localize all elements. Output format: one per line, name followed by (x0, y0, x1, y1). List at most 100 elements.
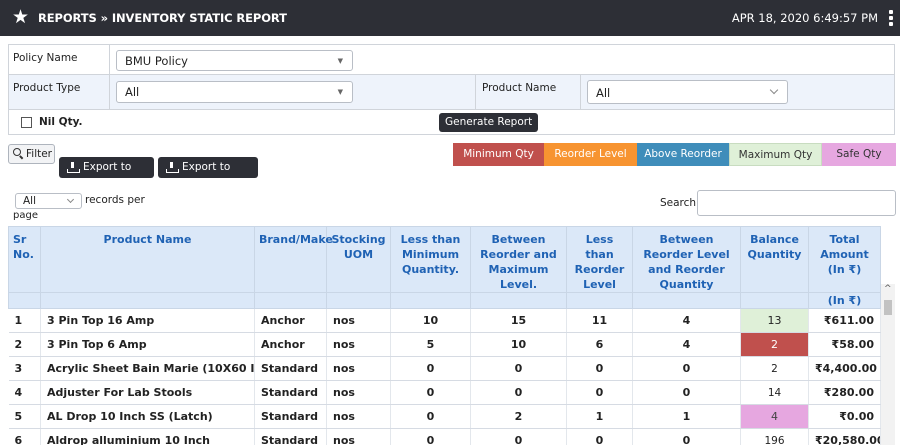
scroll-thumb[interactable] (884, 300, 892, 315)
cell-between-reorder-max: 0 (470, 428, 567, 445)
col-header-product[interactable]: Product Name (40, 226, 255, 293)
cell-less-reorder: 11 (566, 308, 633, 333)
generate-report-button[interactable]: Generate Report (439, 113, 539, 132)
cell-between-reorder-max: 0 (470, 380, 567, 405)
product-name-select[interactable]: All (587, 80, 788, 104)
cell-brand: Anchor (254, 308, 327, 333)
cell-between-level-qty: 4 (632, 332, 741, 357)
cell-between-level-qty: 0 (632, 356, 741, 381)
chevron-down-icon (66, 195, 75, 204)
cell-balance: 196 (740, 428, 809, 445)
cell-brand: Standard (254, 380, 327, 405)
filter-button[interactable]: Filter (8, 144, 55, 164)
chevron-down-icon (769, 85, 779, 95)
total-subheader: (In ₹) (808, 292, 881, 309)
cell-product: 3 Pin Top 16 Amp (40, 308, 255, 333)
col-header-uom[interactable]: Stocking UOM (326, 226, 391, 293)
policy-row: Policy Name BMU Policy ▼ (9, 45, 894, 75)
cell-balance: 13 (740, 308, 809, 333)
cell-brand: Standard (254, 356, 327, 381)
table-row[interactable]: 23 Pin Top 6 Amp Anchor nos 5 10 6 4 2 ₹58.00 (8, 332, 881, 357)
cell-balance: 4 (740, 404, 809, 429)
export-pdf-button[interactable]: Export to PDF (59, 157, 154, 194)
star-icon[interactable]: ★ (12, 7, 29, 27)
export-pdf-label: Export to PDF (83, 161, 132, 194)
col-header-less-reorder[interactable]: Less than Reorder Level (566, 226, 633, 293)
col-header-between-level-qty[interactable]: Between Reorder Level and Reorder Quanti… (632, 226, 741, 293)
records-per-label: records per (85, 194, 145, 206)
cell-less-reorder: 0 (566, 356, 633, 381)
divider (475, 75, 476, 109)
product-type-select-value: All (125, 85, 140, 99)
cell-total: ₹611.00 (808, 308, 881, 333)
cell-less-reorder: 0 (566, 428, 633, 445)
col-header-total[interactable]: Total Amount (In ₹) (808, 226, 881, 293)
legend-safe-qty: Safe Qty (822, 143, 896, 166)
product-name-label: Product Name (482, 82, 557, 94)
table-row[interactable]: 6 Aldrop alluminium 10 Inch Standard nos 0 0 0… (8, 428, 881, 445)
top-bar: ★ REPORTS » INVENTORY STATIC REPORT APR … (0, 0, 900, 36)
dropdown-arrow-icon: ▼ (337, 57, 343, 65)
search-input[interactable] (697, 190, 896, 216)
search-label: Search: (660, 197, 700, 209)
cell-product: Aldrop alluminium 10 Inch (40, 428, 255, 445)
col-header-sr[interactable]: Sr No. (8, 226, 41, 293)
cell-less-min: 0 (390, 380, 471, 405)
cell-balance: 2 (740, 356, 809, 381)
divider (109, 45, 110, 74)
table-scrollbar[interactable]: ^ (881, 284, 895, 445)
policy-label: Policy Name (13, 52, 78, 64)
nil-qty-checkbox[interactable] (21, 117, 32, 128)
cell-brand: Standard (254, 404, 327, 429)
table-row[interactable]: 3Acrylic Sheet Bain Marie (10X60 Inch)St… (8, 356, 881, 381)
table-row[interactable]: 13 Pin Top 16 Amp Anchor nos 10 15 11 4 13 ₹611.… (8, 308, 881, 333)
cell-between-reorder-max: 0 (470, 356, 567, 381)
download-icon (166, 162, 179, 173)
cell-uom: nos (326, 332, 391, 357)
cell-between-reorder-max: 15 (470, 308, 567, 333)
filter-form: Policy Name BMU Policy ▼ Product Type Al… (8, 44, 895, 135)
search-icon (13, 148, 23, 158)
cell-total: ₹0.00 (808, 404, 881, 429)
inventory-table: Sr No. Product Name Brand/Make Stocking … (8, 226, 881, 445)
records-per-page-select[interactable]: All (15, 193, 82, 209)
table-header-row: Sr No. Product Name Brand/Make Stocking … (8, 226, 881, 293)
cell-less-reorder: 1 (566, 404, 633, 429)
page-label: page (13, 210, 38, 221)
cell-less-reorder: 6 (566, 332, 633, 357)
cell-uom: nos (326, 356, 391, 381)
cell-total: ₹4,400.00 (808, 356, 881, 381)
cell-brand: Anchor (254, 332, 327, 357)
cell-sr: 6 (8, 428, 41, 445)
nil-qty-label: Nil Qty. (39, 116, 83, 128)
col-header-brand[interactable]: Brand/Make (254, 226, 333, 293)
cell-uom: nos (326, 380, 391, 405)
kebab-menu-icon[interactable] (889, 10, 893, 26)
cell-uom: nos (326, 404, 391, 429)
cell-less-min: 0 (390, 428, 471, 445)
col-header-less-min[interactable]: Less than Minimum Quantity. (390, 226, 471, 293)
cell-product: AL Drop 10 Inch SS (Latch) (40, 404, 255, 429)
product-type-label: Product Type (13, 82, 81, 94)
cell-product: Adjuster For Lab Stools (40, 380, 255, 405)
table-body: 13 Pin Top 16 Amp Anchor nos 10 15 11 4 13 ₹611.… (8, 308, 881, 445)
divider (580, 75, 581, 109)
cell-total: ₹20,580.00 (808, 428, 881, 445)
product-name-select-value: All (596, 86, 611, 100)
export-excel-label: Export to Excel (182, 161, 231, 194)
cell-brand: Standard (254, 428, 327, 445)
table-subheader-row: (In ₹) (8, 292, 881, 309)
page-title: REPORTS » INVENTORY STATIC REPORT (38, 11, 287, 25)
filter-button-label: Filter (26, 148, 53, 160)
col-header-between-reorder-max[interactable]: Between Reorder and Maximum Level. (470, 226, 567, 293)
cell-uom: nos (326, 308, 391, 333)
policy-select[interactable]: BMU Policy ▼ (116, 50, 353, 71)
cell-between-level-qty: 0 (632, 428, 741, 445)
table-row[interactable]: 5 AL Drop 10 Inch SS (Latch) Standard nos 0 2… (8, 404, 881, 429)
export-excel-button[interactable]: Export to Excel (158, 157, 258, 194)
scroll-up-icon[interactable]: ^ (884, 284, 892, 294)
col-header-balance[interactable]: Balance Quantity (740, 226, 809, 293)
cell-between-level-qty: 1 (632, 404, 741, 429)
table-row[interactable]: 4 Adjuster For Lab Stools Standard nos 0 0 0 0 1… (8, 380, 881, 405)
product-type-select[interactable]: All ▼ (116, 81, 353, 103)
